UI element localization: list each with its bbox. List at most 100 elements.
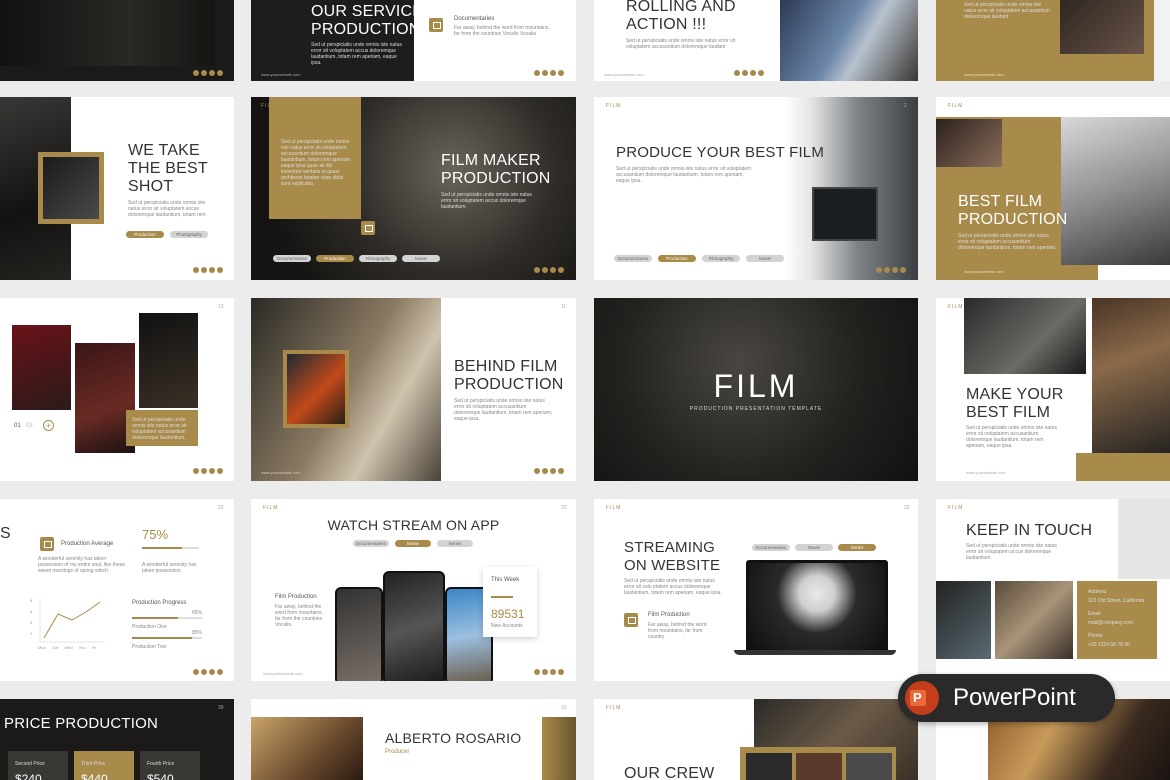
slide-thumb-13[interactable]: 23 S Production Average A wonderful sere… bbox=[0, 499, 234, 681]
price-label-4: Fourth Price bbox=[147, 761, 175, 767]
add-circle-icon[interactable]: + bbox=[43, 420, 54, 431]
slide-thumb-9[interactable]: 13 Sed ut perspiciatis unde omnis iste n… bbox=[0, 298, 234, 481]
page-number: 31 bbox=[561, 705, 567, 711]
progress-one-track bbox=[178, 617, 202, 619]
slide-body: Sed ut perspiciatis unde omnis iste natu… bbox=[311, 42, 402, 66]
slide-thumb-12[interactable]: FILM MAKE YOUR BEST FILM Sed ut perspici… bbox=[936, 298, 1170, 481]
cover-subtitle: PRODUCTION PRESENTATION TEMPLATE bbox=[689, 406, 823, 412]
photo-side bbox=[1154, 0, 1170, 81]
progress-one-bar bbox=[132, 617, 178, 619]
item-body: Far away, behind the word from mountains… bbox=[454, 25, 550, 37]
slide-thumb-14[interactable]: FILM 22 WATCH STREAM ON APP Documentarie… bbox=[251, 499, 576, 681]
item-title: Film Production bbox=[648, 612, 690, 618]
producer-name: ALBERTO ROSARIO bbox=[385, 730, 522, 746]
film-label: FILM bbox=[948, 505, 964, 511]
slide-body: Sed ut perspiciatis unde omnis iste natu… bbox=[624, 578, 722, 596]
slide-thumb-19[interactable]: FILM OUR CREW bbox=[594, 699, 918, 780]
box-body: Sed ut perspiciatis unde omnis iste natu… bbox=[281, 139, 352, 187]
tag-movie[interactable]: Movie bbox=[746, 255, 784, 262]
tag-filmography[interactable]: Filmography bbox=[359, 255, 397, 262]
cover-title: FILM bbox=[713, 368, 799, 404]
tag-documentaries[interactable]: Documentaries bbox=[614, 255, 652, 262]
footer-website: www.yourwebsite.com bbox=[964, 269, 1004, 274]
tag-production[interactable]: Production bbox=[658, 255, 696, 262]
slide-body: Sed ut perspiciatis unde omnis iste natu… bbox=[958, 233, 1057, 251]
slide-thumb-16[interactable]: FILM KEEP IN TOUCH Sed ut perspiciatis u… bbox=[936, 499, 1170, 681]
slide-title-line2: ACTION !!! bbox=[626, 16, 707, 33]
slide-thumb-10[interactable]: 11 BEHIND FILM PRODUCTION Sed ut perspic… bbox=[251, 298, 576, 481]
tag-filmography[interactable]: Filmography bbox=[702, 255, 740, 262]
progress-two-bar bbox=[132, 637, 192, 639]
photo-dark-portrait bbox=[0, 0, 215, 66]
progress-two-value: 85% bbox=[192, 630, 203, 636]
progress-title: Production Progress bbox=[132, 600, 187, 606]
tag-documentaries[interactable]: Documentaries bbox=[273, 255, 311, 262]
tag-series[interactable]: Series bbox=[838, 544, 876, 551]
slide-thumb-18[interactable]: 31 ALBERTO ROSARIO Producer bbox=[251, 699, 576, 780]
box-body: Sed ut perspiciatis unde omnis iste natu… bbox=[132, 417, 187, 441]
x-tick: Thu bbox=[78, 645, 86, 650]
tag-documentaries[interactable]: Documentaries bbox=[353, 540, 389, 547]
gold-strip bbox=[1076, 453, 1170, 481]
photo-camera-screen bbox=[43, 157, 99, 219]
line-series bbox=[43, 601, 101, 639]
slide-thumb-1[interactable] bbox=[0, 0, 234, 81]
slide-title: PRODUCE YOUR BEST FILM bbox=[616, 144, 825, 161]
x-tick: Fri bbox=[91, 645, 97, 650]
tag-movie[interactable]: Movie bbox=[795, 544, 833, 551]
slide-title-line1: STREAMING bbox=[624, 539, 715, 556]
slide-title-line1: BEHIND FILM bbox=[454, 358, 558, 375]
footer-website: www.yourwebsite.com bbox=[261, 470, 301, 475]
tag-movie[interactable]: Movie bbox=[395, 540, 431, 547]
slide-thumb-17[interactable]: 39 PRICE PRODUCTION Second Price Third P… bbox=[0, 699, 234, 780]
photo-director bbox=[1092, 298, 1170, 453]
tag-documentaries[interactable]: Documentaries bbox=[752, 544, 790, 551]
phone-center bbox=[383, 571, 445, 681]
slide-thumb-6[interactable]: FILM Sed ut perspiciatis unde omnis iste… bbox=[251, 97, 576, 280]
slide-title: WATCH STREAM ON APP bbox=[327, 517, 500, 533]
tag-series[interactable]: Series bbox=[437, 540, 473, 547]
photo-projector bbox=[995, 581, 1073, 659]
nav-dots bbox=[534, 267, 564, 273]
slide-thumb-7[interactable]: FILM 2 PRODUCE YOUR BEST FILM Sed ut per… bbox=[594, 97, 918, 280]
tag-photography[interactable]: Photography bbox=[170, 231, 208, 238]
y-tick: 8 bbox=[30, 598, 33, 603]
card-value: 89531 bbox=[491, 607, 525, 621]
footer-website: www.yourwebsite.com bbox=[964, 72, 1004, 77]
slide-body: Sed ut perspiciatis unde omnis iste natu… bbox=[128, 200, 207, 218]
documentary-icon bbox=[429, 18, 443, 32]
progress-one-value: 65% bbox=[192, 610, 203, 616]
tag-movie[interactable]: Movie bbox=[402, 255, 440, 262]
slide-title: OUR CREW bbox=[624, 765, 715, 780]
slide-body: Sed ut perspiciatis unde omnis iste natu… bbox=[966, 425, 1057, 449]
film-label: FILM bbox=[606, 705, 622, 711]
slide-thumb-3[interactable]: ROLLING AND ACTION !!! Sed ut perspiciat… bbox=[594, 0, 918, 81]
slide-thumb-4[interactable]: Sed ut perspiciatis unde omnis iste natu… bbox=[936, 0, 1170, 81]
progress-two-track bbox=[192, 637, 202, 639]
stats-card: This Week 89531 New Accounts bbox=[483, 567, 537, 637]
photo-camera-operator bbox=[964, 298, 1086, 374]
progress-two-label: Production Two bbox=[132, 644, 167, 650]
footer-website: www.yourwebsite.com bbox=[604, 72, 644, 77]
slide-thumb-5[interactable]: WE TAKE THE BEST SHOT Sed ut perspiciati… bbox=[0, 97, 234, 280]
photo-portrait bbox=[1060, 0, 1144, 54]
slide-thumb-2[interactable]: OUR SERVICE PRODUCTION Sed ut perspiciat… bbox=[251, 0, 576, 81]
film-camera-icon bbox=[624, 613, 638, 627]
phone-value: +00 1234 56 78 90 bbox=[1088, 642, 1130, 648]
slide-thumb-8[interactable]: FILM BEST FILM PRODUCTION Sed ut perspic… bbox=[936, 97, 1170, 280]
tag-production[interactable]: Production bbox=[316, 255, 354, 262]
percent-body: A wonderful serenity has taken possessio… bbox=[142, 562, 197, 574]
slide-title-line2: PRODUCTION bbox=[311, 21, 421, 38]
page-number: 39 bbox=[218, 705, 224, 711]
nav-dots bbox=[193, 468, 223, 474]
producer-role: Producer bbox=[385, 749, 410, 755]
address-value: 123 Old Street, California bbox=[1088, 598, 1145, 604]
slide-thumb-15[interactable]: FILM 22 STREAMING ON WEBSITE Sed ut pers… bbox=[594, 499, 918, 681]
chart-y-ticks: 8 6 4 2 bbox=[30, 595, 40, 639]
price-value-3: $440 bbox=[81, 772, 108, 780]
item-title: Production Average bbox=[61, 541, 114, 547]
slide-thumb-11[interactable]: FILM PRODUCTION PRESENTATION TEMPLATE bbox=[594, 298, 918, 481]
tag-production[interactable]: Production bbox=[126, 231, 164, 238]
laptop-screen bbox=[746, 560, 888, 653]
percent-bar bbox=[142, 547, 182, 549]
